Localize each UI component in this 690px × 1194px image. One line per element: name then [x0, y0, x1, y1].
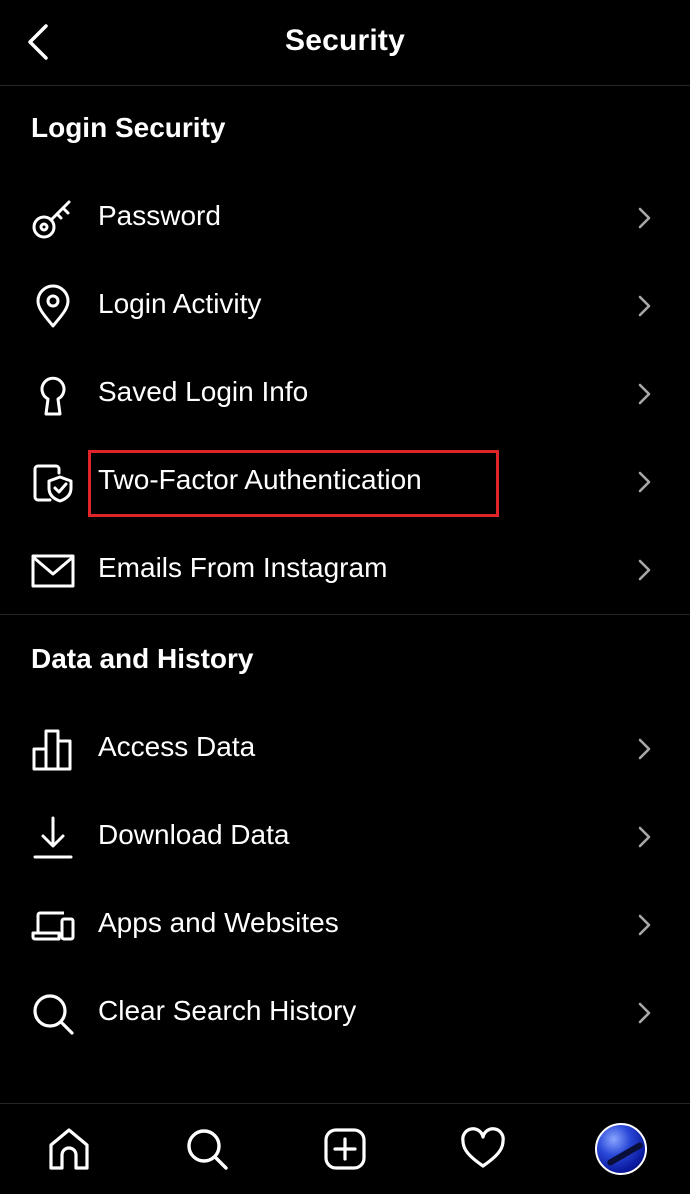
section-divider	[0, 614, 690, 615]
menu-item-label: Download Data	[98, 819, 290, 850]
keyhole-icon	[30, 372, 76, 418]
location-pin-icon	[30, 284, 76, 330]
menu-item-access-data[interactable]: Access Data	[0, 705, 690, 793]
menu-item-password[interactable]: Password	[0, 174, 690, 262]
menu-item-label: Apps and Websites	[98, 907, 339, 938]
nav-activity-button[interactable]	[458, 1124, 508, 1174]
key-icon	[30, 196, 76, 242]
chevron-right-icon	[638, 1002, 651, 1024]
chevron-right-icon	[638, 295, 651, 317]
chevron-right-icon	[638, 826, 651, 848]
profile-avatar[interactable]	[595, 1123, 647, 1175]
add-post-icon	[324, 1128, 366, 1170]
chevron-right-icon	[638, 914, 651, 936]
nav-home-button[interactable]	[44, 1124, 94, 1174]
top-bar: Security	[0, 0, 690, 86]
home-icon	[49, 1128, 89, 1170]
security-screen: Security Login Security Password Login A…	[0, 0, 690, 1194]
search-icon	[30, 991, 76, 1037]
bottom-navigation-bar	[0, 1103, 690, 1194]
avatar-image-detail	[606, 1141, 644, 1167]
menu-item-two-factor-authentication[interactable]: Two-Factor Authentication	[0, 438, 690, 526]
chevron-right-icon	[638, 559, 651, 581]
search-icon	[187, 1129, 228, 1170]
section-title-data-and-history: Data and History	[31, 643, 254, 674]
section-title-login-security: Login Security	[31, 112, 226, 143]
menu-item-saved-login-info[interactable]: Saved Login Info	[0, 350, 690, 438]
menu-item-label: Password	[98, 200, 221, 231]
page-title: Security	[285, 24, 405, 57]
menu-item-label: Saved Login Info	[98, 376, 309, 407]
menu-item-label: Clear Search History	[98, 995, 357, 1026]
chevron-right-icon	[638, 383, 651, 405]
nav-search-button[interactable]	[182, 1124, 232, 1174]
devices-icon	[30, 903, 76, 949]
menu-item-label: Emails From Instagram	[98, 552, 388, 583]
bar-chart-icon	[30, 727, 76, 773]
envelope-icon	[30, 548, 76, 594]
menu-item-label: Login Activity	[98, 288, 262, 319]
download-icon	[30, 815, 76, 861]
menu-item-apps-and-websites[interactable]: Apps and Websites	[0, 881, 690, 969]
shield-check-icon	[30, 460, 76, 506]
menu-item-label: Access Data	[98, 731, 256, 762]
menu-item-download-data[interactable]: Download Data	[0, 793, 690, 881]
chevron-right-icon	[638, 207, 651, 229]
menu-item-login-activity[interactable]: Login Activity	[0, 262, 690, 350]
chevron-right-icon	[638, 738, 651, 760]
heart-icon	[461, 1127, 505, 1168]
menu-item-clear-search-history[interactable]: Clear Search History	[0, 969, 690, 1057]
menu-item-emails-from-instagram[interactable]: Emails From Instagram	[0, 526, 690, 614]
chevron-right-icon	[638, 471, 651, 493]
menu-item-label: Two-Factor Authentication	[98, 464, 422, 495]
nav-new-post-button[interactable]	[320, 1124, 370, 1174]
